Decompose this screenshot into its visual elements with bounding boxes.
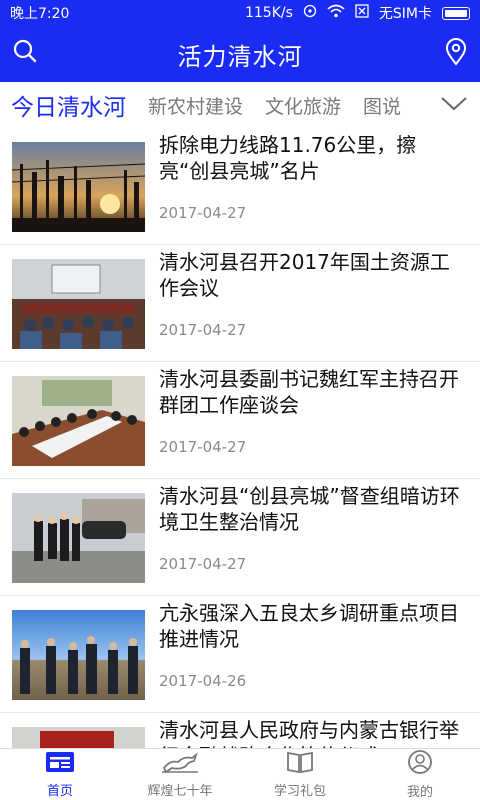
nav-home-label: 首页 [46,784,73,799]
tabs-expand[interactable] [420,82,480,128]
news-date: 2017-04-27 [159,555,247,573]
nav-glorious-seventy-label: 辉煌七十年 [147,784,213,799]
nav-study-pack-label: 学习礼包 [273,784,326,799]
chevron-down-icon[interactable] [440,94,468,116]
news-item[interactable]: 清水河县召开2017年国土资源工作会议 2017-04-27 [0,245,480,362]
nav-glorious-seventy[interactable]: 辉煌七十年 [120,749,240,800]
news-thumbnail [12,493,145,583]
category-tabs: 今日清水河 新农村建设 文化旅游 图说 [0,82,480,128]
app-header: 活力清水河 [0,26,480,82]
horse-icon [160,750,200,778]
news-item[interactable]: 亢永强深入五良太乡调研重点项目推进情况 2017-04-26 [0,596,480,713]
hd-icon [303,4,317,22]
network-speed: 115K/s [244,5,293,21]
news-item[interactable]: 清水河县“创县亮城”督查组暗访环境卫生整治情况 2017-04-27 [0,479,480,596]
status-indicators: 115K/s 无SIM卡 [245,3,470,23]
news-title: 清水河县召开2017年国土资源工作会议 [159,250,450,300]
tab-new-village[interactable]: 新农村建设 [137,92,254,119]
news-item[interactable]: 清水河县委副书记魏红军主持召开群团工作座谈会 2017-04-27 [0,362,480,479]
status-bar: 晚上7:20 115K/s 无SIM卡 [0,0,480,26]
wifi-icon [327,4,345,22]
news-thumbnail [12,142,145,232]
tab-today[interactable]: 今日清水河 [0,88,137,122]
status-time: 晚上7:20 [10,6,70,22]
book-icon [286,750,314,778]
news-title: 拆除电力线路11.76公里，擦亮“创县亮城”名片 [159,133,417,183]
news-date: 2017-04-27 [159,204,247,222]
nav-profile[interactable]: 我的 [360,749,480,800]
news-thumbnail [12,376,145,466]
sim-status: 无SIM卡 [378,6,432,22]
user-icon [407,749,433,779]
news-date: 2017-04-26 [159,672,247,690]
news-thumbnail [12,259,145,349]
news-icon [45,750,75,778]
news-title: 清水河县委副书记魏红军主持召开群团工作座谈会 [159,367,459,417]
news-item[interactable]: 拆除电力线路11.76公里，擦亮“创县亮城”名片 2017-04-27 [0,128,480,245]
nav-home[interactable]: 首页 [0,749,120,800]
news-title: 清水河县人民政府与内蒙古银行举行金融战略合作签约仪式 [159,718,459,748]
app-title: 活力清水河 [177,42,303,71]
nav-profile-label: 我的 [406,785,433,800]
nav-study-pack[interactable]: 学习礼包 [240,749,360,800]
bottom-nav: 首页 辉煌七十年 学习礼包 我的 [0,748,480,800]
news-title: 亢永强深入五良太乡调研重点项目推进情况 [159,601,459,651]
news-date: 2017-04-27 [159,438,247,456]
location-pin-icon[interactable] [444,38,468,70]
news-list: 拆除电力线路11.76公里，擦亮“创县亮城”名片 2017-04-27 清水河县… [0,128,480,748]
tab-culture-tourism[interactable]: 文化旅游 [254,92,352,119]
no-sim-icon [355,4,369,22]
news-thumbnail [12,727,145,748]
news-title: 清水河县“创县亮城”督查组暗访环境卫生整治情况 [159,484,460,534]
tab-pictures[interactable]: 图说 [352,92,412,119]
news-thumbnail [12,610,145,700]
news-item[interactable]: 清水河县人民政府与内蒙古银行举行金融战略合作签约仪式 [0,713,480,748]
search-icon[interactable] [12,38,38,68]
news-date: 2017-04-27 [159,321,247,339]
battery-icon [442,6,470,20]
